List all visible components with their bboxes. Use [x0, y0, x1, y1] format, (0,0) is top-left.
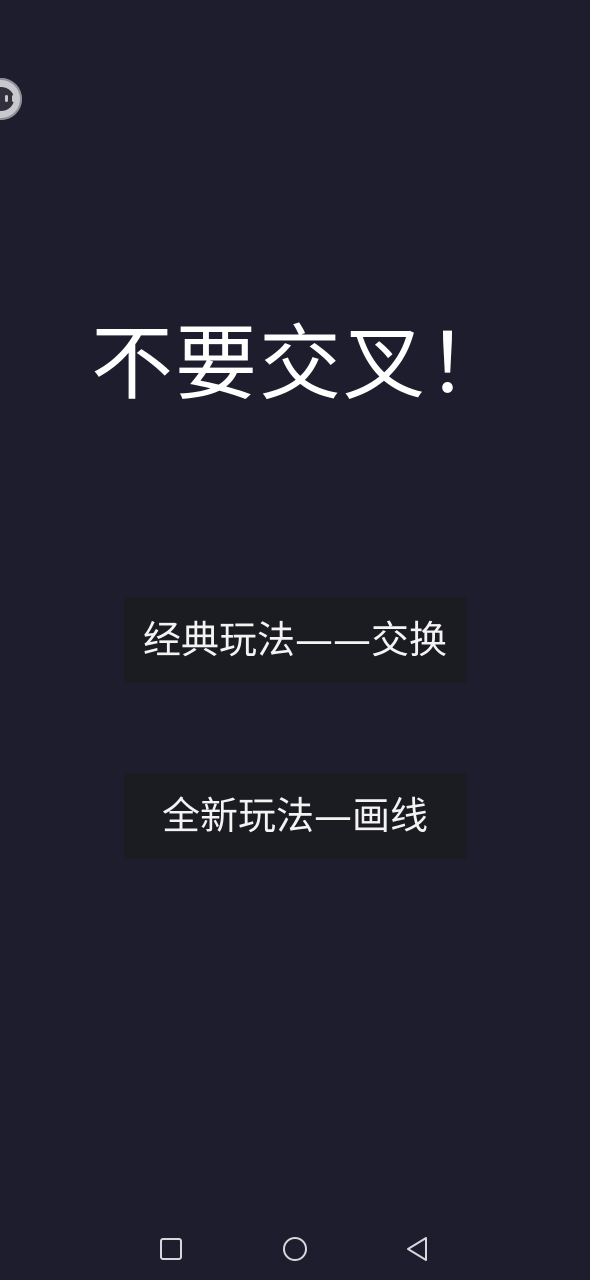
- system-navigation-bar: [0, 1218, 590, 1280]
- triangle-back-icon: [407, 1237, 427, 1261]
- circle-icon: [283, 1237, 307, 1261]
- recents-button[interactable]: [156, 1234, 186, 1264]
- home-button[interactable]: [280, 1234, 310, 1264]
- back-button[interactable]: [402, 1234, 432, 1264]
- floating-assistant-button[interactable]: [0, 78, 22, 120]
- classic-mode-button[interactable]: 经典玩法——交换: [124, 597, 466, 683]
- robot-face-icon: [0, 87, 15, 111]
- draw-line-mode-button[interactable]: 全新玩法—画线: [124, 773, 466, 859]
- square-icon: [160, 1238, 182, 1260]
- game-title: 不要交叉！: [90, 317, 511, 412]
